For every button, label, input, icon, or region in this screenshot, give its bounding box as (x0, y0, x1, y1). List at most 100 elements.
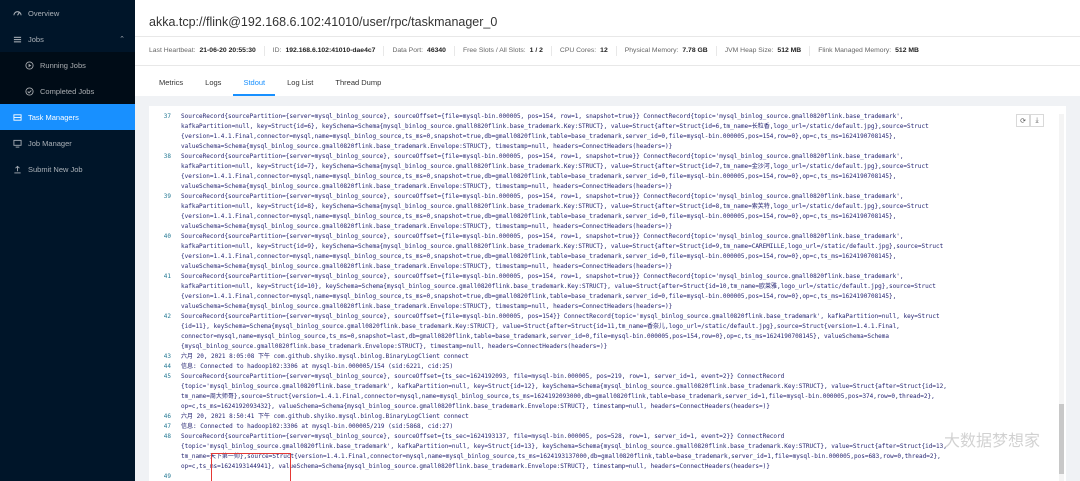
line-number: 41 (163, 273, 171, 280)
info-physical-memory: Physical Memory: 7.78 GB (617, 46, 717, 56)
sidebar-item-jobs[interactable]: Jobs ⌃ (0, 26, 135, 52)
jobs-submenu: Running Jobs Completed Jobs (0, 52, 135, 104)
line-number (149, 322, 181, 332)
stdout-viewer: 37 SourceRecord{sourcePartition={server=m… (149, 106, 1066, 481)
line-text: kafkaPartition=null, key=Struct{id=8}, k… (181, 203, 929, 210)
log-line: op=c,ts_ms=1624193144941}, valueSchema=S… (149, 462, 1056, 472)
line-text: {mysql_binlog_source.gmall0820flink.base… (181, 343, 608, 350)
log-line: 40 SourceRecord{sourcePartition={server=m… (149, 232, 1056, 242)
line-number (149, 452, 181, 462)
page-header: akka.tcp://flink@192.168.6.102:41010/use… (135, 0, 1080, 96)
line-number (149, 302, 181, 312)
log-line: {version=1.4.1.Final,connector=mysql,nam… (149, 212, 1056, 222)
line-number: 49 (163, 473, 171, 480)
line-text: {version=1.4.1.Final,connector=mysql,nam… (181, 293, 897, 300)
line-text: {topic='mysql_binlog_source.gmall0820fli… (181, 443, 947, 450)
log-line: 37 SourceRecord{sourcePartition={server=m… (149, 112, 1056, 122)
line-number (149, 222, 181, 232)
log-line: 49 (149, 472, 1056, 481)
line-number: 37 (163, 113, 171, 120)
play-circle-icon (24, 60, 34, 70)
reload-icon: ⟳ (1020, 117, 1026, 125)
log-line: connector=mysql,name=mysql_binlog_source… (149, 332, 1056, 342)
line-text: {topic='mysql_binlog_source.gmall0820fli… (181, 383, 947, 390)
line-number (149, 142, 181, 152)
sidebar-item-completed-jobs[interactable]: Completed Jobs (0, 78, 135, 104)
log-line: {topic='mysql_binlog_source.gmall0820fli… (149, 382, 1056, 392)
line-number: 43 (163, 353, 171, 360)
download-button[interactable]: ⤓ (1030, 114, 1044, 127)
log-line: 45 SourceRecord{sourcePartition={server=m… (149, 372, 1056, 382)
line-text: SourceRecord{sourcePartition={server=mys… (181, 113, 904, 120)
log-line: {version=1.4.1.Final,connector=mysql,nam… (149, 252, 1056, 262)
sidebar: Overview Jobs ⌃ Running Jobs Completed J… (0, 0, 135, 481)
tab-stdout[interactable]: Stdout (233, 78, 276, 96)
info-managed-memory: Flink Managed Memory: 512 MB (818, 47, 919, 54)
info-id: ID: 192.168.6.102:41010-dae4c7 (265, 46, 385, 56)
tab-metrics[interactable]: Metrics (149, 78, 193, 96)
sidebar-item-task-managers[interactable]: Task Managers (0, 104, 135, 130)
line-number (149, 242, 181, 252)
line-text: kafkaPartition=null, key=Struct{id=9}, k… (181, 243, 944, 250)
sidebar-item-overview[interactable]: Overview (0, 0, 135, 26)
log-line: 44 信息: Connected to hadoop102:3306 at mys… (149, 362, 1056, 372)
tab-logs[interactable]: Logs (195, 78, 231, 96)
info-data-port: Data Port: 46340 (384, 46, 455, 56)
line-number (149, 382, 181, 392)
line-text: SourceRecord{sourcePartition={server=mys… (181, 433, 785, 440)
line-number (149, 182, 181, 192)
log-line: {mysql_binlog_source.gmall0820flink.base… (149, 342, 1056, 352)
page-title: akka.tcp://flink@192.168.6.102:41010/use… (149, 15, 498, 29)
log-line: tm_name=周大师哥},source=Struct{version=1.4.… (149, 392, 1056, 402)
line-text: 信息: Connected to hadoop102:3306 at mysql… (181, 423, 454, 430)
scrollbar-thumb[interactable] (1059, 404, 1064, 474)
log-line: {version=1.4.1.Final,connector=mysql,nam… (149, 292, 1056, 302)
tab-thread-dump[interactable]: Thread Dump (325, 78, 391, 96)
line-text: SourceRecord{sourcePartition={server=mys… (181, 193, 904, 200)
line-number: 45 (163, 373, 171, 380)
list-icon (12, 35, 22, 44)
line-number: 46 (163, 413, 171, 420)
line-number (149, 212, 181, 222)
line-number (149, 392, 181, 402)
log-line: valueSchema=Schema{mysql_binlog_source.g… (149, 222, 1056, 232)
sidebar-item-job-manager[interactable]: Job Manager (0, 130, 135, 156)
info-jvm-heap: JVM Heap Size: 512 MB (717, 46, 811, 56)
tab-log-list[interactable]: Log List (277, 78, 323, 96)
viewer-toolbar: ⟳ ⤓ (1016, 114, 1044, 127)
server-icon (12, 113, 22, 122)
sidebar-item-running-jobs[interactable]: Running Jobs (0, 52, 135, 78)
log-line: 47 信息: Connected to hadoop102:3306 at mys… (149, 422, 1056, 432)
line-text: kafkaPartition=null, key=Struct{id=10}, … (181, 283, 936, 290)
line-text: SourceRecord{sourcePartition={server=mys… (181, 313, 940, 320)
line-text: {version=1.4.1.Final,connector=mysql,nam… (181, 133, 897, 140)
sidebar-item-submit-new-job[interactable]: Submit New Job (0, 156, 135, 182)
sidebar-item-label: Jobs (28, 34, 44, 44)
line-number (149, 202, 181, 212)
log-line: kafkaPartition=null, key=Struct{id=9}, k… (149, 242, 1056, 252)
upload-icon (12, 165, 22, 174)
vertical-scrollbar[interactable] (1059, 114, 1064, 481)
log-editor[interactable]: 37 SourceRecord{sourcePartition={server=m… (149, 106, 1056, 481)
log-line: valueSchema=Schema{mysql_binlog_source.g… (149, 302, 1056, 312)
chevron-up-icon: ⌃ (119, 36, 125, 43)
info-cpu-cores: CPU Cores: 12 (552, 46, 617, 56)
line-text: 信息: Connected to hadoop102:3306 at mysql… (181, 363, 454, 370)
line-number (149, 342, 181, 352)
line-number (149, 332, 181, 342)
tab-bar: Metrics Logs Stdout Log List Thread Dump (149, 66, 1066, 96)
log-line: 43 六月 20, 2021 8:05:08 下午 com.github.shyi… (149, 352, 1056, 362)
line-number (149, 132, 181, 142)
reload-button[interactable]: ⟳ (1016, 114, 1030, 127)
line-text: tm_name=天下第一帅},source=Struct{version=1.4… (181, 453, 941, 460)
line-number (149, 462, 181, 472)
sidebar-item-label: Overview (28, 8, 60, 18)
log-line: valueSchema=Schema{mysql_binlog_source.g… (149, 182, 1056, 192)
app-root: Overview Jobs ⌃ Running Jobs Completed J… (0, 0, 1080, 481)
sidebar-item-label: Job Manager (28, 138, 72, 148)
line-number (149, 252, 181, 262)
log-line: kafkaPartition=null, key=Struct{id=6}, k… (149, 122, 1056, 132)
sidebar-item-label: Completed Jobs (40, 86, 95, 96)
log-line: kafkaPartition=null, key=Struct{id=10}, … (149, 282, 1056, 292)
line-text: valueSchema=Schema{mysql_binlog_source.g… (181, 263, 673, 270)
